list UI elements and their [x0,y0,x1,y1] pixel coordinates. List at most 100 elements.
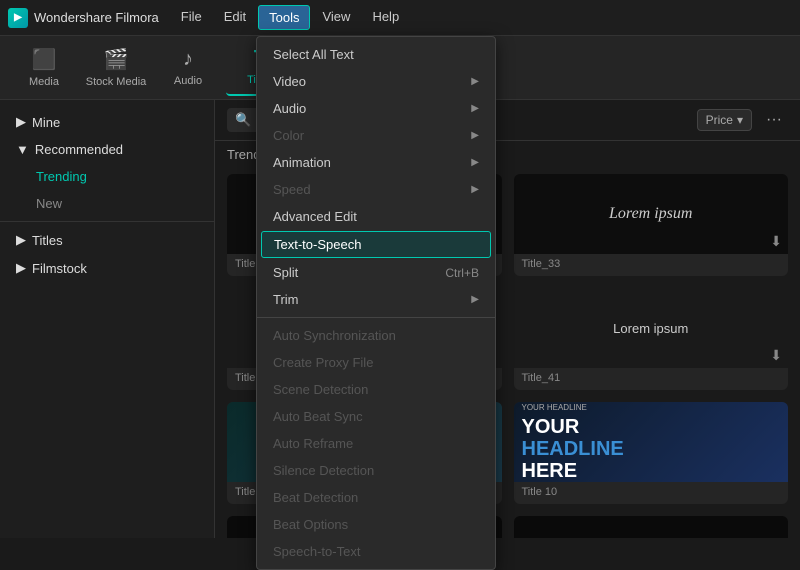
menu-proxy: Create Proxy File [257,349,495,376]
menu-advanced-edit[interactable]: Advanced Edit [257,203,495,230]
recommended-arrow: ▼ [16,142,29,157]
thumb-title41: Lorem ipsum ⬇ [514,288,789,368]
auto-sync-label: Auto Synchronization [273,328,396,343]
media-icon: ⬛ [32,47,57,72]
audio-icon: ♪ [183,48,193,71]
toolbar-stock-label: Stock Media [86,76,147,88]
toolbar-stock-media[interactable]: 🎬 Stock Media [82,40,150,96]
sidebar-item-new[interactable]: New [0,190,214,217]
speech-to-text-label: Speech-to-Text [273,544,360,559]
menu-beat-options: Beat Options [257,511,495,538]
sidebar-separator [0,221,214,222]
label-title41: Title_41 [514,368,789,390]
menu-animation[interactable]: Animation ▶ [257,149,495,176]
thumb-headline-title10: YOURHEADLINEHERE [522,416,624,482]
menu-video[interactable]: Video ▶ [257,68,495,95]
toolbar-audio[interactable]: ♪ Audio [154,40,222,96]
menu-trim[interactable]: Trim ▶ [257,286,495,313]
menu-text-to-speech[interactable]: Text-to-Speech [261,231,491,258]
tools-menu[interactable]: Select All Text Video ▶ Audio ▶ Color ▶ … [256,36,496,570]
sidebar-new-label: New [36,196,62,211]
sidebar-item-titles[interactable]: ▶ Titles [0,226,214,254]
stock-media-icon: 🎬 [104,47,129,72]
toolbar-media[interactable]: ⬛ Media [10,40,78,96]
thumb-text-title41: Lorem ipsum [613,321,688,336]
menu-audio[interactable]: Audio ▶ [257,95,495,122]
beat-detect-label: Beat Detection [273,490,358,505]
thumb-subtext-title10: YOUR HEADLINE [522,403,587,412]
filmstock-arrow: ▶ [16,260,26,276]
menu-bar: File Edit Tools View Help [171,5,409,30]
menu-speed: Speed ▶ [257,176,495,203]
sidebar: ▶ Mine ▼ Recommended Trending New ▶ Titl… [0,100,215,538]
beat-options-label: Beat Options [273,517,348,532]
menu-auto-beat: Auto Beat Sync [257,403,495,430]
content-controls: Price ▾ ··· [697,108,788,132]
toolbar-audio-label: Audio [174,75,202,87]
grid-item-title41[interactable]: Lorem ipsum ⬇ Title_41 [514,288,789,390]
grid-item-your-title2[interactable]: |YOUR TITLE HERE [514,516,789,538]
titles-arrow: ▶ [16,232,26,248]
menu-select-all-text[interactable]: Select All Text [257,41,495,68]
download-icon-title33[interactable]: ⬇ [770,233,782,250]
menu-file[interactable]: File [171,5,212,30]
sidebar-filmstock-label: Filmstock [32,261,87,276]
auto-reframe-label: Auto Reframe [273,436,353,451]
sidebar-mine-label: Mine [32,115,60,130]
toolbar-media-label: Media [29,76,59,88]
app-logo: ▶ Wondershare Filmora [8,8,159,28]
sort-button[interactable]: Price ▾ [697,109,752,131]
menu-split[interactable]: Split Ctrl+B [257,259,495,286]
sidebar-item-mine[interactable]: ▶ Mine [0,108,214,136]
menu-edit[interactable]: Edit [214,5,256,30]
menu-auto-reframe: Auto Reframe [257,430,495,457]
color-label: Color [273,128,304,143]
grid-item-title10[interactable]: YOUR HEADLINE YOURHEADLINEHERE Title 10 [514,402,789,504]
sidebar-item-trending[interactable]: Trending [0,163,214,190]
title-bar: ▶ Wondershare Filmora File Edit Tools Vi… [0,0,800,36]
download-icon-title41[interactable]: ⬇ [770,347,782,364]
video-submenu-arrow: ▶ [471,76,479,87]
trim-label: Trim [273,292,299,307]
grid-item-title33[interactable]: Lorem ipsum ⬇ Title_33 [514,174,789,276]
silence-detect-label: Silence Detection [273,463,374,478]
more-button[interactable]: ··· [760,108,788,132]
thumb-title33: Lorem ipsum ⬇ [514,174,789,254]
trim-submenu-arrow: ▶ [471,294,479,305]
menu-tools[interactable]: Tools [258,5,310,30]
sort-label: Price [706,113,733,127]
auto-beat-label: Auto Beat Sync [273,409,363,424]
sidebar-item-recommended[interactable]: ▼ Recommended [0,136,214,163]
menu-help[interactable]: Help [362,5,409,30]
menu-beat-detect: Beat Detection [257,484,495,511]
thumb-text-title33: Lorem ipsum [609,205,692,223]
scene-detect-label: Scene Detection [273,382,368,397]
menu-speech-to-text: Speech-to-Text [257,538,495,565]
audio-submenu-arrow: ▶ [471,103,479,114]
split-shortcut: Ctrl+B [445,266,479,280]
animation-submenu-arrow: ▶ [471,157,479,168]
menu-auto-sync: Auto Synchronization [257,322,495,349]
mine-arrow: ▶ [16,114,26,130]
label-title10: Title 10 [514,482,789,504]
sidebar-recommended-label: Recommended [35,142,123,157]
thumb-title10: YOUR HEADLINE YOURHEADLINEHERE [514,402,789,482]
search-icon: 🔍 [235,112,251,128]
logo-icon: ▶ [8,8,28,28]
menu-scene-detect: Scene Detection [257,376,495,403]
menu-color: Color ▶ [257,122,495,149]
menu-view[interactable]: View [312,5,360,30]
text-to-speech-label: Text-to-Speech [274,237,361,252]
video-label: Video [273,74,306,89]
audio-label: Audio [273,101,306,116]
menu-silence-detect: Silence Detection [257,457,495,484]
sidebar-item-filmstock[interactable]: ▶ Filmstock [0,254,214,282]
select-all-text-label: Select All Text [273,47,354,62]
label-title33: Title_33 [514,254,789,276]
animation-label: Animation [273,155,331,170]
proxy-label: Create Proxy File [273,355,373,370]
sort-arrow-icon: ▾ [737,113,743,127]
speed-submenu-arrow: ▶ [471,184,479,195]
sidebar-titles-label: Titles [32,233,63,248]
app-name: Wondershare Filmora [34,10,159,25]
